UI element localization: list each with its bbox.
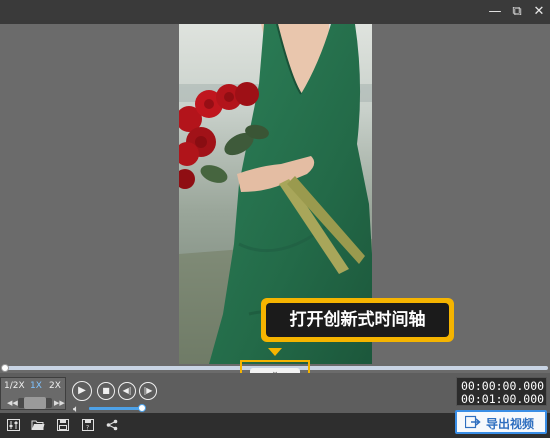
mixer-icon[interactable] [6,419,20,432]
step-forward-icon: |▶ [143,386,153,395]
minimize-button[interactable]: — [487,4,503,20]
speed-slider-knob[interactable] [24,397,46,409]
export-video-button[interactable]: 导出视频 [455,410,547,434]
share-icon[interactable] [105,419,119,432]
stop-icon: ■ [102,386,110,395]
total-time: 00:01:00.000 [461,392,545,406]
tooltip-arrow [268,348,282,356]
playback-progress-handle[interactable] [1,364,9,372]
restore-button[interactable]: ⧉ [509,4,525,20]
export-label: 导出视频 [486,417,535,431]
play-button[interactable]: ▶ [72,381,92,401]
save-icon[interactable] [56,419,70,432]
speed-double-option[interactable]: 2X [49,381,61,391]
save-as-icon[interactable]: ? [81,419,95,432]
speed-control: 1/2X 1X 2X ◀◀ ▶▶ [0,377,66,410]
step-back-icon: ◀| [122,386,132,395]
folder-open-icon[interactable] [31,419,45,432]
previous-frame-button[interactable]: ◀| [118,382,136,400]
volume-slider-track[interactable] [89,407,143,410]
volume-slider-knob[interactable] [138,404,146,412]
timeline-tooltip: 打开创新式时间轴 [261,298,454,342]
svg-text:?: ? [86,425,89,432]
play-icon: ▶ [78,385,86,396]
tooltip-text: 打开创新式时间轴 [266,303,449,337]
export-icon [465,415,481,429]
speed-rewind-icon[interactable]: ◀◀ [7,398,18,408]
speed-forward-icon[interactable]: ▶▶ [54,398,65,408]
timecode-display: 00:00:00.000 00:01:00.000 [456,377,547,406]
current-time: 00:00:00.000 [461,379,545,393]
speed-slider[interactable] [18,397,52,409]
title-bar: — ⧉ ✕ [0,0,550,24]
next-frame-button[interactable]: |▶ [139,382,157,400]
speed-half-option[interactable]: 1/2X [4,381,25,391]
stop-button[interactable]: ■ [97,382,115,400]
speed-normal-option[interactable]: 1X [30,381,42,391]
close-button[interactable]: ✕ [531,4,547,20]
